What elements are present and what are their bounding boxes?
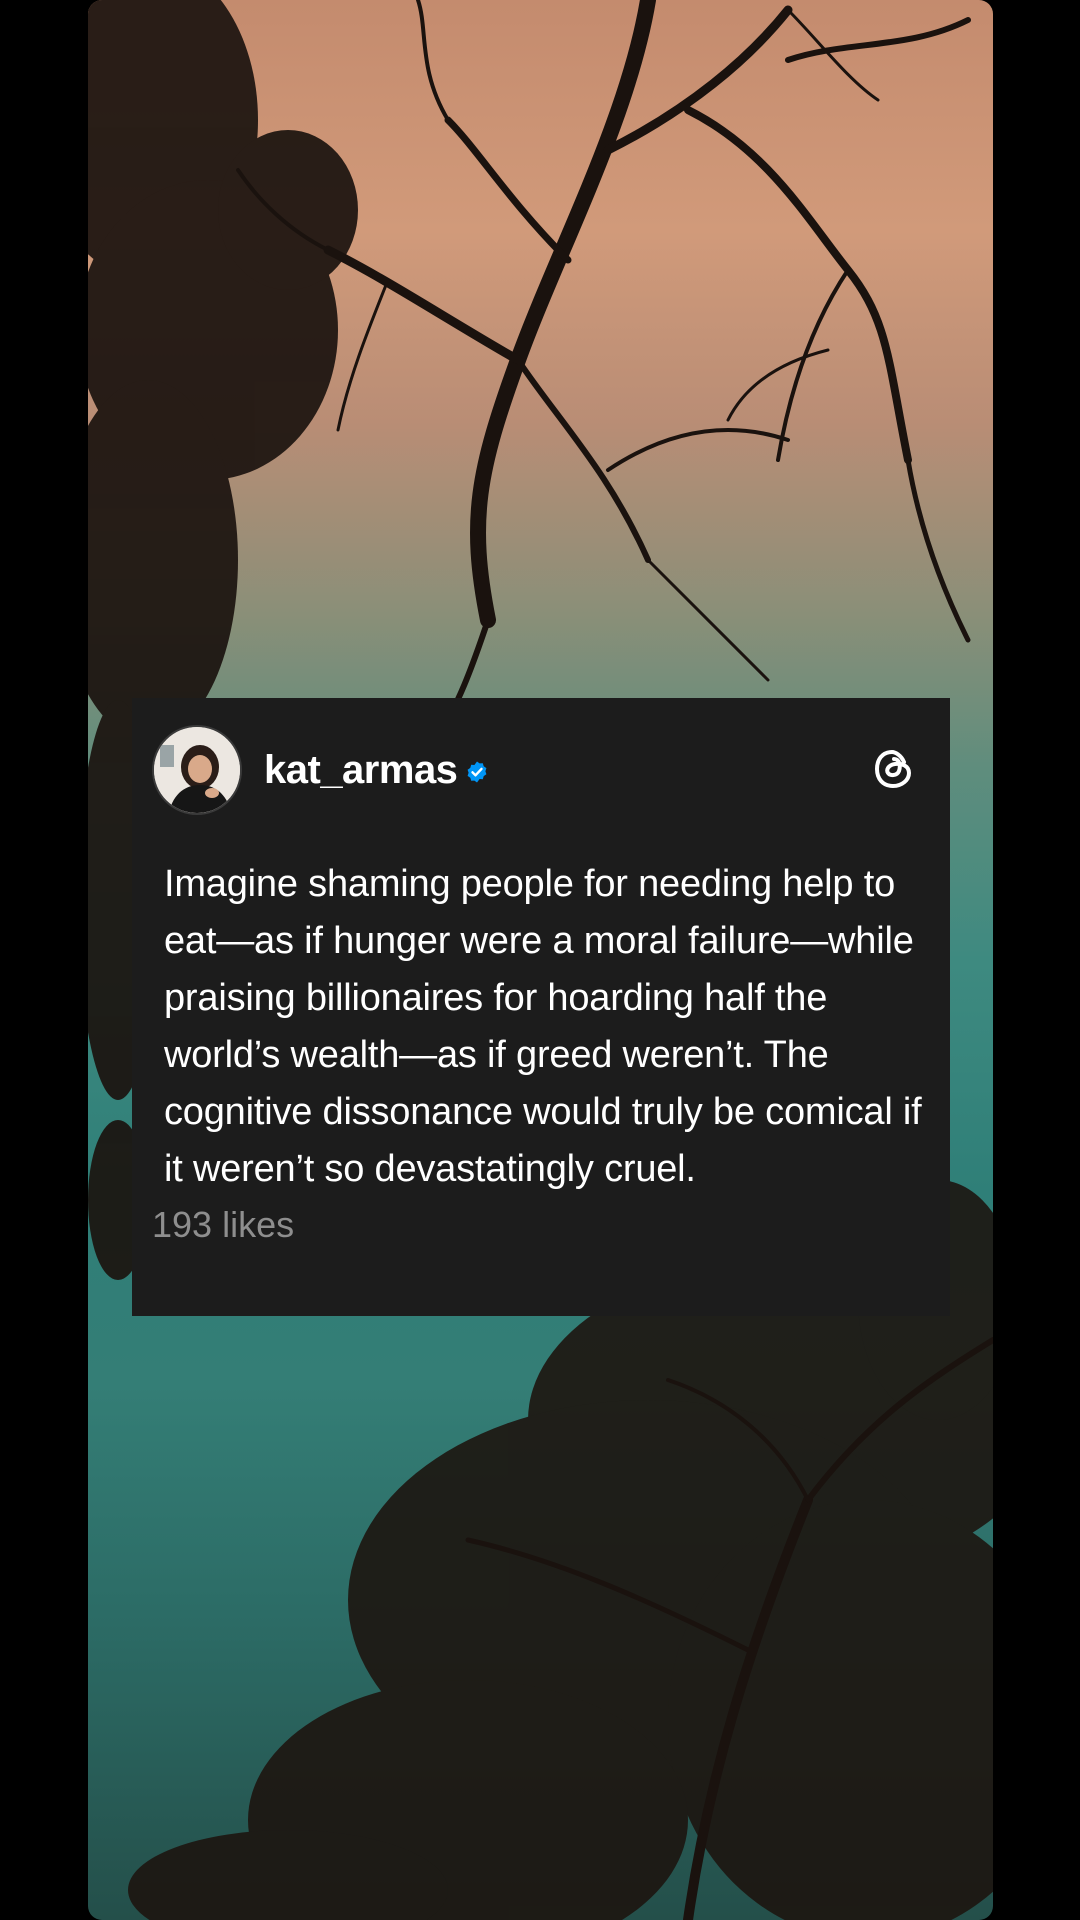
- avatar[interactable]: [152, 725, 242, 815]
- likes-count[interactable]: 193 likes: [152, 1204, 922, 1246]
- threads-logo-icon[interactable]: [868, 744, 918, 794]
- post-header: kat_armas: [152, 722, 922, 818]
- screen: kat_armas Imagine shaming people for nee…: [0, 0, 1080, 1920]
- post-text: Imagine shaming people for needing help …: [164, 863, 922, 1190]
- username-row: kat_armas: [264, 748, 489, 793]
- verified-badge-icon: [468, 761, 487, 783]
- avatar-portrait-icon: [154, 727, 240, 813]
- username[interactable]: kat_armas: [264, 748, 458, 793]
- threads-post-card[interactable]: kat_armas Imagine shaming people for nee…: [132, 698, 950, 1316]
